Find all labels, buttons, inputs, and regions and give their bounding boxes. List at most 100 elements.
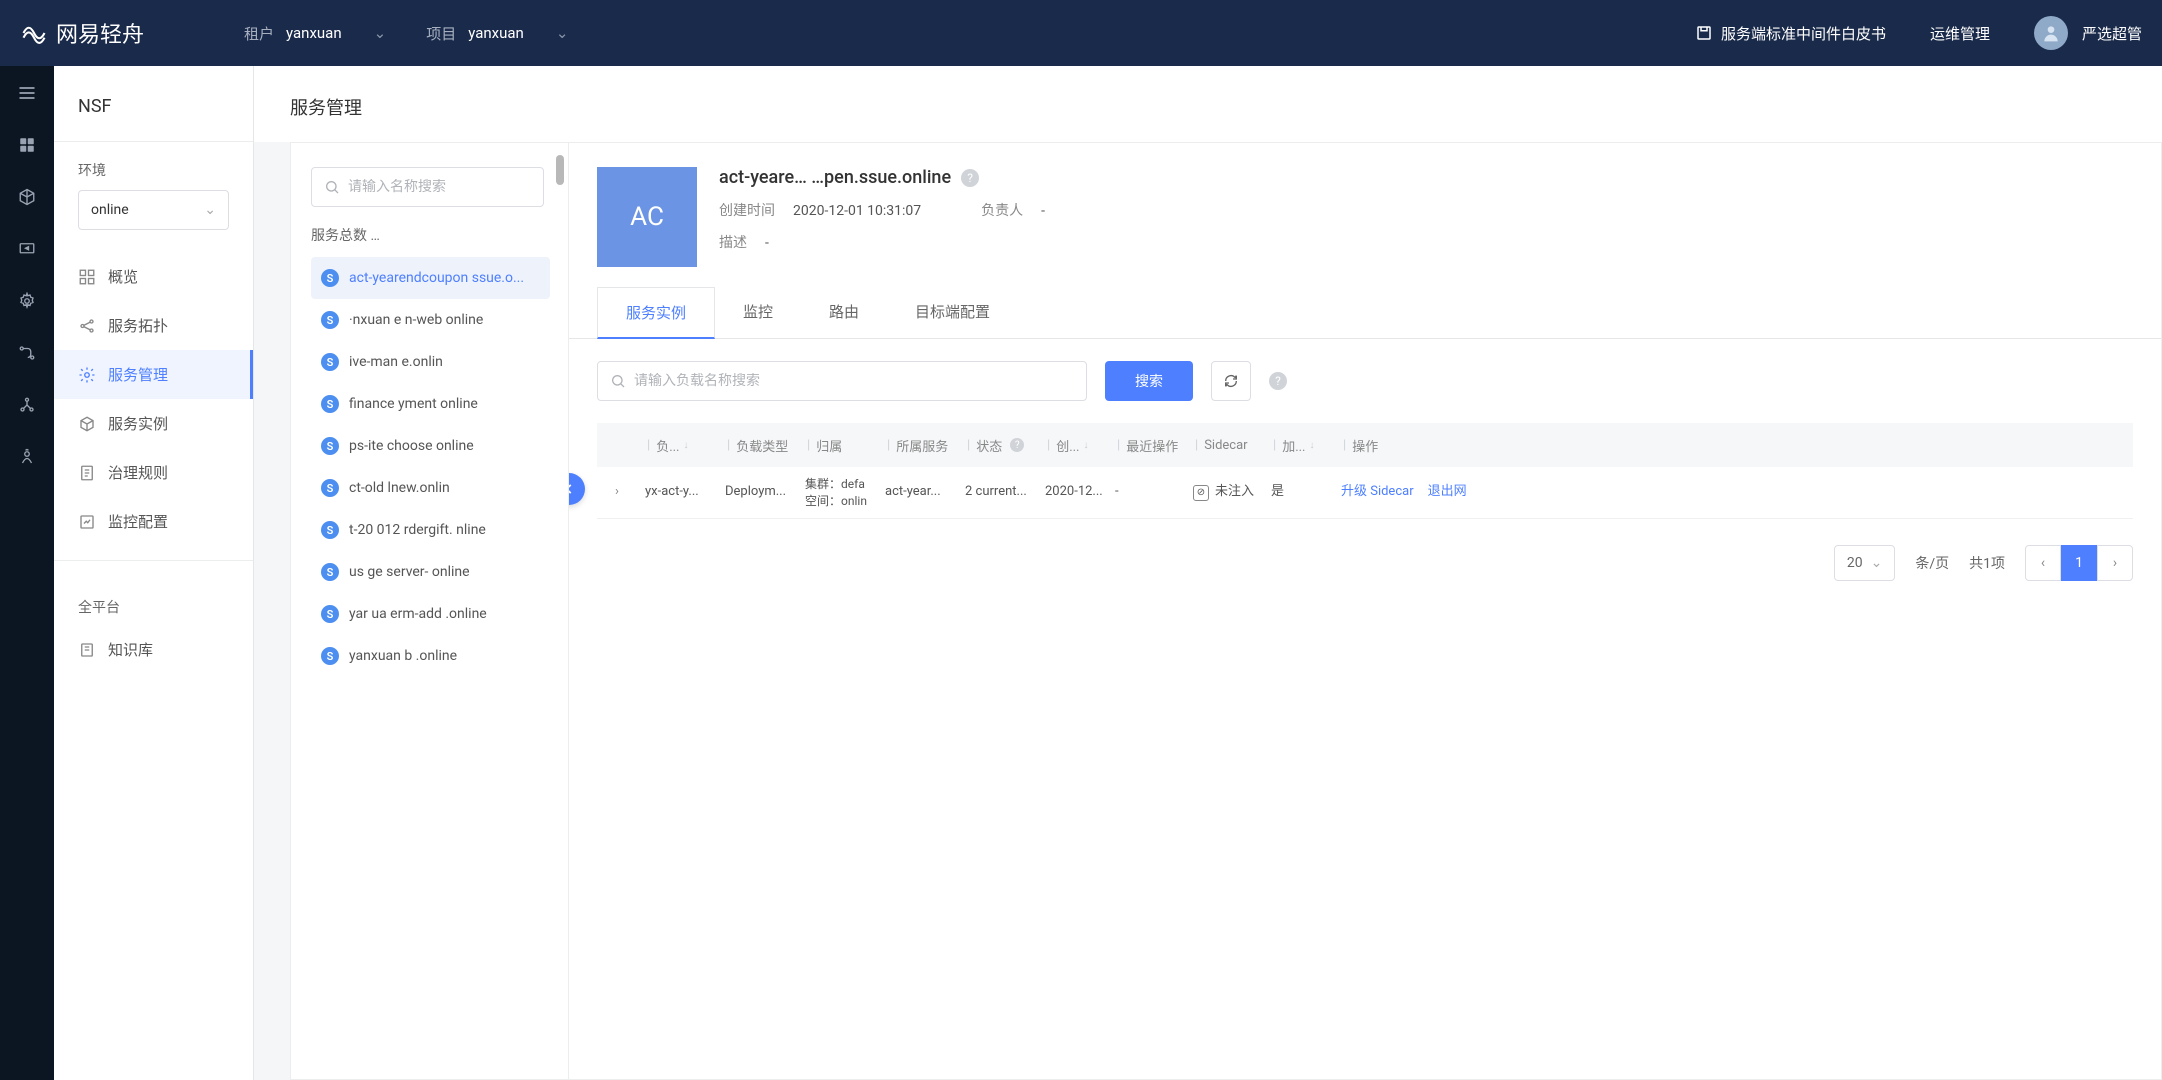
cell-service: act-year... — [877, 483, 957, 501]
page-size-select[interactable]: 20 ⌄ — [1834, 545, 1895, 581]
ops-mgmt-link[interactable]: 运维管理 — [1930, 23, 1990, 44]
desc-value: - — [765, 235, 769, 251]
tab-monitor[interactable]: 监控 — [715, 287, 801, 338]
sort-icon[interactable]: ↓ — [1309, 440, 1314, 451]
table-row: › yx-act-y... Deploym... 集群：defa空间：onlin… — [597, 467, 2133, 519]
gear-icon[interactable] — [16, 290, 38, 312]
tab-target-config[interactable]: 目标端配置 — [887, 287, 1018, 338]
page-title: 服务管理 — [254, 66, 2162, 142]
refresh-button[interactable] — [1211, 361, 1251, 401]
project-label: 项目 — [426, 23, 456, 44]
nav-label: 服务拓扑 — [108, 315, 168, 336]
th-sidecar: Sidecar — [1204, 438, 1247, 453]
help-icon[interactable]: ? — [1010, 438, 1024, 452]
next-page-button[interactable]: › — [2097, 545, 2133, 581]
service-item[interactable]: Syar ua erm-add .online — [311, 593, 550, 635]
nav-topology[interactable]: 服务拓扑 — [54, 301, 253, 350]
service-name: us ge server- online — [349, 564, 470, 580]
total-label: 共1项 — [1969, 553, 2005, 573]
s-badge-icon: S — [321, 647, 339, 665]
exit-mesh-link[interactable]: 退出网 — [1428, 483, 1467, 501]
gear-icon — [78, 366, 96, 384]
env-select[interactable]: online ⌄ — [78, 190, 229, 230]
toolbar: 搜索 ? — [569, 339, 2161, 423]
service-name: act-yearendcoupon ssue.o... — [349, 270, 524, 286]
service-item[interactable]: Sfinance yment online — [311, 383, 550, 425]
nav-monitor-config[interactable]: 监控配置 — [54, 497, 253, 546]
service-item[interactable]: S·nxuan e n-web online — [311, 299, 550, 341]
prev-page-button[interactable]: ‹ — [2025, 545, 2061, 581]
chevron-down-icon: ⌄ — [1871, 555, 1883, 571]
th-name: 负... — [656, 436, 679, 455]
nav-service-mgmt[interactable]: 服务管理 — [54, 350, 253, 399]
s-badge-icon: S — [321, 521, 339, 539]
cell-name: yx-act-y... — [637, 483, 717, 501]
service-item[interactable]: Sus ge server- online — [311, 551, 550, 593]
s-badge-icon: S — [321, 269, 339, 287]
expand-row-icon[interactable]: › — [615, 483, 619, 501]
th-type: 负载类型 — [736, 436, 788, 455]
nav-knowledge[interactable]: 知识库 — [54, 625, 253, 674]
service-item[interactable]: Sact-yearendcoupon ssue.o... — [311, 257, 550, 299]
service-list-panel: 服务总数 … Sact-yearendcoupon ssue.o... S·nx… — [290, 142, 568, 1080]
nav-label: 服务实例 — [108, 413, 168, 434]
th-lastop: 最近操作 — [1126, 436, 1178, 455]
service-list: Sact-yearendcoupon ssue.o... S·nxuan e n… — [311, 257, 568, 1055]
help-icon[interactable]: ? — [961, 169, 979, 187]
created-label: 创建时间 — [719, 203, 775, 219]
service-item[interactable]: Sive-man e.onlin — [311, 341, 550, 383]
service-name: ct-old lnew.onlin — [349, 480, 450, 496]
search-button[interactable]: 搜索 — [1105, 361, 1193, 401]
save-icon — [1695, 24, 1713, 42]
tenant-label: 租户 — [244, 23, 274, 44]
screen-icon[interactable] — [16, 238, 38, 260]
route-icon[interactable] — [16, 342, 38, 364]
sort-icon[interactable]: ↓ — [683, 440, 688, 451]
scrollbar[interactable] — [556, 155, 564, 185]
tab-instances[interactable]: 服务实例 — [597, 287, 715, 339]
tab-route[interactable]: 路由 — [801, 287, 887, 338]
product-logo[interactable]: 网易轻舟 — [20, 17, 144, 49]
search-icon — [324, 179, 340, 195]
nav-service-instance[interactable]: 服务实例 — [54, 399, 253, 448]
dashboard-icon[interactable] — [16, 134, 38, 156]
service-item[interactable]: St-20 012 rdergift. nline — [311, 509, 550, 551]
cell-sidecar: ⊘未注入 — [1193, 483, 1254, 501]
service-search[interactable] — [311, 167, 544, 207]
page-nav: ‹ 1 › — [2025, 545, 2133, 581]
workload-search[interactable] — [597, 361, 1087, 401]
cell-actions: 升级 Sidecar 退出网 — [1341, 483, 1467, 501]
service-name: ·nxuan e n-web online — [349, 312, 483, 328]
user-menu[interactable]: 严选超管 — [2034, 16, 2142, 50]
chevron-left-icon — [568, 482, 576, 496]
menu-icon[interactable] — [16, 82, 38, 104]
whitepaper-link[interactable]: 服务端标准中间件白皮书 — [1695, 23, 1886, 44]
cell-status: 2 current... — [957, 483, 1037, 501]
cube-icon[interactable] — [16, 186, 38, 208]
cell-lastop: - — [1107, 483, 1185, 501]
service-name: yanxuan b .online — [349, 648, 457, 664]
upgrade-sidecar-link[interactable]: 升级 Sidecar — [1341, 483, 1414, 501]
help-icon[interactable]: ? — [1269, 372, 1287, 390]
service-item[interactable]: Syanxuan b .online — [311, 635, 550, 677]
chart-icon — [78, 513, 96, 531]
top-header: 网易轻舟 租户 yanxuan ⌄ 项目 yanxuan ⌄ 服务端标准中间件白… — [0, 0, 2162, 66]
nodes-icon[interactable] — [16, 394, 38, 416]
service-search-input[interactable] — [348, 179, 531, 195]
nav-governance[interactable]: 治理规则 — [54, 448, 253, 497]
alert-icon[interactable] — [16, 446, 38, 468]
sort-icon[interactable]: ↓ — [1083, 440, 1088, 451]
icon-rail — [0, 66, 54, 1080]
logo-text: 网易轻舟 — [56, 17, 144, 49]
tenant-value: yanxuan — [286, 24, 342, 42]
tenant-select[interactable]: 租户 yanxuan ⌄ — [244, 23, 386, 44]
workload-search-input[interactable] — [634, 373, 1074, 389]
uninject-icon: ⊘ — [1193, 485, 1209, 501]
nav-overview[interactable]: 概览 — [54, 252, 253, 301]
project-select[interactable]: 项目 yanxuan ⌄ — [426, 23, 568, 44]
service-item[interactable]: Sct-old lnew.onlin — [311, 467, 550, 509]
service-name: ive-man e.onlin — [349, 354, 443, 370]
page-number-button[interactable]: 1 — [2061, 545, 2097, 581]
chevron-down-icon: ⌄ — [374, 24, 387, 42]
service-item[interactable]: Sps-ite choose online — [311, 425, 550, 467]
